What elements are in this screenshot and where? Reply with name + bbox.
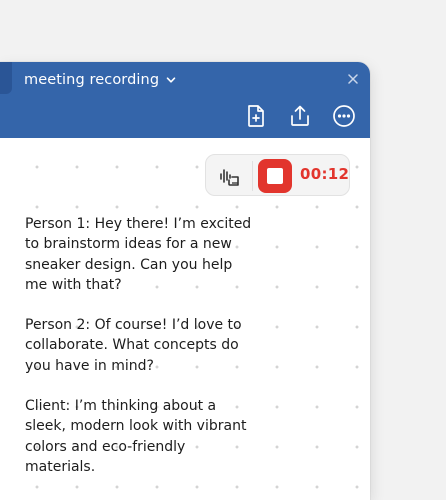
transcript-paragraph: Person 1: Hey there! I’m excited to brai… <box>25 216 252 293</box>
window-titlebar: meeting recording <box>0 62 370 138</box>
more-options-icon <box>333 105 355 127</box>
voice-waveform-icon <box>220 169 239 186</box>
transcript-paragraph: Person 2: Of course! I’d love to collabo… <box>25 317 242 374</box>
close-button[interactable] <box>345 71 361 87</box>
recording-timer: 00:12 <box>300 165 350 183</box>
recording-window: meeting recording 00:12 Person 1: Hey th… <box>0 62 370 500</box>
voice-input-button[interactable] <box>216 163 242 189</box>
transcript: Person 1: Hey there! I’m excited to brai… <box>25 214 255 497</box>
stop-recording-button[interactable] <box>258 159 292 193</box>
window-title: meeting recording <box>24 72 160 88</box>
title-dropdown[interactable]: meeting recording <box>24 70 177 90</box>
chevron-down-icon <box>166 77 176 83</box>
sidebar-tab-edge[interactable] <box>0 62 12 94</box>
new-document-icon <box>248 105 264 127</box>
share-icon <box>291 105 309 126</box>
more-options-button[interactable] <box>330 102 358 130</box>
transcript-paragraph: Client: I’m thinking about a sleek, mode… <box>25 398 247 475</box>
recording-controls: 00:12 <box>205 154 350 196</box>
dotted-canvas: 00:12 Person 1: Hey there! I’m excited t… <box>0 138 370 500</box>
stop-icon <box>267 168 283 184</box>
share-button[interactable] <box>286 102 314 130</box>
new-document-button[interactable] <box>242 102 270 130</box>
close-icon <box>348 74 358 84</box>
controls-divider <box>252 161 253 191</box>
